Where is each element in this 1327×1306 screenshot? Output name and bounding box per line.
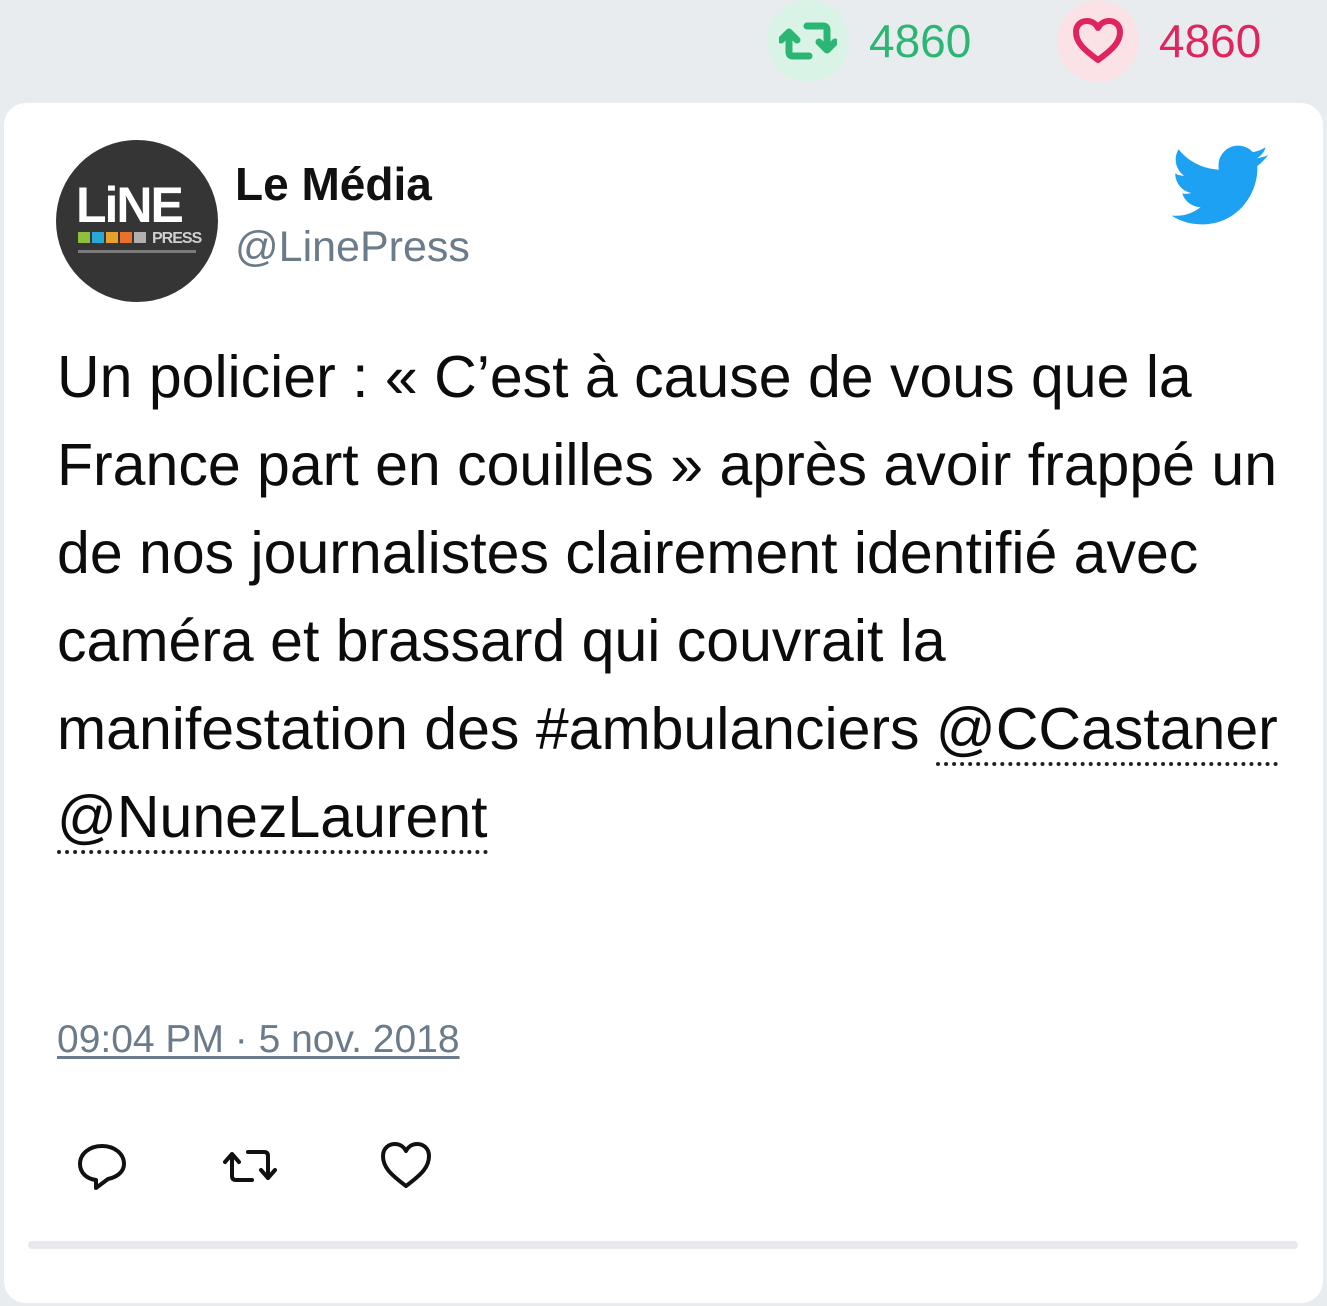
user-handle[interactable]: @LinePress	[235, 226, 470, 269]
retweet-stat-bubble	[767, 0, 849, 82]
retweet-stat[interactable]: 4860	[767, 0, 971, 82]
display-name[interactable]: Le Média	[235, 161, 432, 207]
avatar-logo-text: LiNE	[76, 177, 184, 233]
tweet-timestamp[interactable]: 09:04 PM · 5 nov. 2018	[57, 1020, 460, 1059]
stats-bar: 4860 4860	[0, 0, 1327, 100]
heart-icon	[1073, 18, 1123, 63]
tweet-card: LiNE PRESS Le Média @LinePress Un polici…	[4, 103, 1323, 1303]
mention-nunezlaurent[interactable]: @NunezLaurent	[57, 784, 488, 854]
avatar-logo-tagline	[78, 250, 196, 253]
like-stat-bubble	[1057, 0, 1139, 82]
like-stat[interactable]: 4860	[1057, 0, 1261, 82]
retweet-icon[interactable]	[222, 1138, 278, 1194]
avatar-logo-blocks	[78, 232, 148, 243]
reply-icon[interactable]	[74, 1138, 130, 1194]
retweet-icon	[779, 22, 837, 60]
retweet-count: 4860	[869, 15, 972, 67]
twitter-bird-icon[interactable]	[1172, 145, 1270, 227]
avatar-logo-press: PRESS	[152, 230, 202, 247]
like-count: 4860	[1159, 15, 1262, 67]
mention-ccastaner[interactable]: @CCastaner	[935, 696, 1278, 766]
card-divider	[28, 1241, 1298, 1249]
tweet-text: Un policier : « C’est à cause de vous qu…	[57, 333, 1287, 861]
heart-icon[interactable]	[378, 1138, 434, 1194]
avatar[interactable]: LiNE PRESS	[56, 140, 218, 302]
